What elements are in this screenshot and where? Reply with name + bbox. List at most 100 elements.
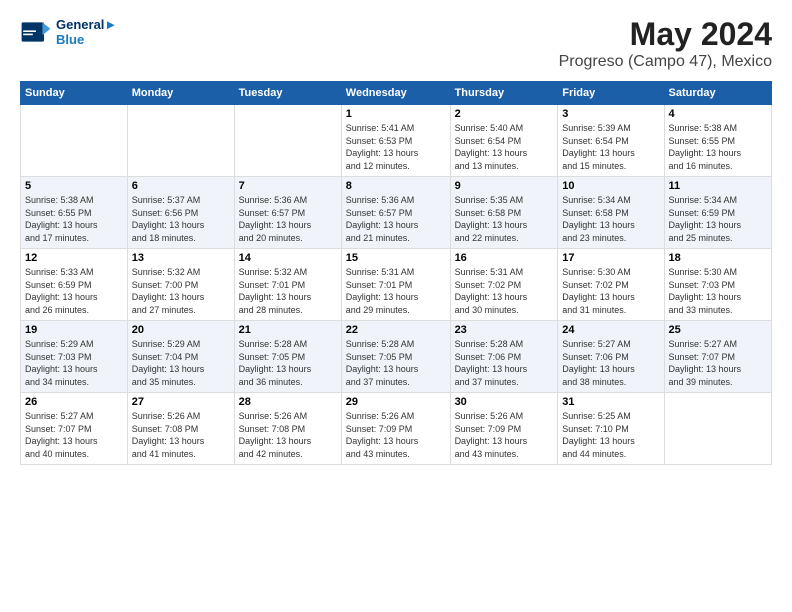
day-number: 9 — [455, 180, 554, 192]
table-row: 18Sunrise: 5:30 AM Sunset: 7:03 PM Dayli… — [664, 249, 771, 321]
day-info: Sunrise: 5:40 AM Sunset: 6:54 PM Dayligh… — [455, 122, 554, 172]
col-saturday: Saturday — [664, 82, 771, 105]
table-row: 3Sunrise: 5:39 AM Sunset: 6:54 PM Daylig… — [558, 105, 664, 177]
table-row: 30 Sunrise: 5:26 AM Sunset: 7:09 PM Dayli… — [450, 393, 558, 465]
table-row — [234, 105, 341, 177]
day-number: 29 — [346, 396, 446, 408]
day-number: 20 — [132, 324, 230, 336]
day-number: 30 — [455, 396, 554, 408]
header: General► Blue May 2024 Progreso (Campo 4… — [20, 16, 772, 71]
calendar-week-row: 19 Sunrise: 5:29 AM Sunset: 7:03 PM Dayli… — [21, 321, 772, 393]
day-number: 12 — [25, 252, 123, 264]
table-row: 19 Sunrise: 5:29 AM Sunset: 7:03 PM Dayli… — [21, 321, 128, 393]
day-info: Sunrise: 5:26 AM Sunset: 7:09 PM Dayligh… — [346, 410, 446, 460]
day-info: Sunrise: 5:26 AM Sunset: 7:08 PM Dayligh… — [132, 410, 230, 460]
day-number: 6 — [132, 180, 230, 192]
col-sunday: Sunday — [21, 82, 128, 105]
table-row: 27 Sunrise: 5:26 AM Sunset: 7:08 PM Dayli… — [127, 393, 234, 465]
table-row: 4 Sunrise: 5:38 AM Sunset: 6:55 PM Daylig… — [664, 105, 771, 177]
day-info: Sunrise: 5:33 AM Sunset: 6:59 PM Dayligh… — [25, 266, 123, 316]
table-row: 10 Sunrise: 5:34 AM Sunset: 6:58 PM Dayli… — [558, 177, 664, 249]
main-title: May 2024 — [559, 16, 772, 53]
day-info: Sunrise: 5:41 AM Sunset: 6:53 PM Dayligh… — [346, 122, 446, 172]
table-row: 20 Sunrise: 5:29 AM Sunset: 7:04 PM Dayli… — [127, 321, 234, 393]
table-row: 13 Sunrise: 5:32 AM Sunset: 7:00 PM Dayli… — [127, 249, 234, 321]
col-friday: Friday — [558, 82, 664, 105]
table-row: 29 Sunrise: 5:26 AM Sunset: 7:09 PM Dayli… — [341, 393, 450, 465]
title-area: May 2024 Progreso (Campo 47), Mexico — [559, 16, 772, 71]
subtitle: Progreso (Campo 47), Mexico — [559, 53, 772, 71]
day-number: 8 — [346, 180, 446, 192]
table-row: 9 Sunrise: 5:35 AM Sunset: 6:58 PM Daylig… — [450, 177, 558, 249]
logo: General► Blue — [20, 16, 117, 48]
page: General► Blue May 2024 Progreso (Campo 4… — [0, 0, 792, 612]
day-info: Sunrise: 5:35 AM Sunset: 6:58 PM Dayligh… — [455, 194, 554, 244]
day-info: Sunrise: 5:27 AM Sunset: 7:07 PM Dayligh… — [25, 410, 123, 460]
table-row: 2 Sunrise: 5:40 AM Sunset: 6:54 PM Daylig… — [450, 105, 558, 177]
table-row: 14 Sunrise: 5:32 AM Sunset: 7:01 PM Dayli… — [234, 249, 341, 321]
calendar-header-row: Sunday Monday Tuesday Wednesday Thursday… — [21, 82, 772, 105]
day-number: 28 — [239, 396, 337, 408]
day-number: 10 — [562, 180, 659, 192]
day-info: Sunrise: 5:37 AM Sunset: 6:56 PM Dayligh… — [132, 194, 230, 244]
table-row: 7Sunrise: 5:36 AM Sunset: 6:57 PM Daylig… — [234, 177, 341, 249]
table-row: 25Sunrise: 5:27 AM Sunset: 7:07 PM Dayli… — [664, 321, 771, 393]
day-number: 16 — [455, 252, 554, 264]
day-info: Sunrise: 5:32 AM Sunset: 7:01 PM Dayligh… — [239, 266, 337, 316]
day-number: 14 — [239, 252, 337, 264]
table-row: 24Sunrise: 5:27 AM Sunset: 7:06 PM Dayli… — [558, 321, 664, 393]
day-number: 23 — [455, 324, 554, 336]
day-info: Sunrise: 5:26 AM Sunset: 7:09 PM Dayligh… — [455, 410, 554, 460]
day-number: 17 — [562, 252, 659, 264]
day-number: 5 — [25, 180, 123, 192]
day-info: Sunrise: 5:38 AM Sunset: 6:55 PM Dayligh… — [669, 122, 767, 172]
day-number: 21 — [239, 324, 337, 336]
table-row — [127, 105, 234, 177]
table-row: 31Sunrise: 5:25 AM Sunset: 7:10 PM Dayli… — [558, 393, 664, 465]
day-info: Sunrise: 5:27 AM Sunset: 7:07 PM Dayligh… — [669, 338, 767, 388]
table-row: 22Sunrise: 5:28 AM Sunset: 7:05 PM Dayli… — [341, 321, 450, 393]
calendar-week-row: 26 Sunrise: 5:27 AM Sunset: 7:07 PM Dayli… — [21, 393, 772, 465]
day-number: 4 — [669, 108, 767, 120]
logo-text: General► Blue — [56, 17, 117, 47]
col-tuesday: Tuesday — [234, 82, 341, 105]
day-number: 13 — [132, 252, 230, 264]
day-info: Sunrise: 5:31 AM Sunset: 7:01 PM Dayligh… — [346, 266, 446, 316]
day-info: Sunrise: 5:25 AM Sunset: 7:10 PM Dayligh… — [562, 410, 659, 460]
table-row: 6 Sunrise: 5:37 AM Sunset: 6:56 PM Daylig… — [127, 177, 234, 249]
day-info: Sunrise: 5:39 AM Sunset: 6:54 PM Dayligh… — [562, 122, 659, 172]
day-info: Sunrise: 5:28 AM Sunset: 7:05 PM Dayligh… — [239, 338, 337, 388]
table-row: 8 Sunrise: 5:36 AM Sunset: 6:57 PM Daylig… — [341, 177, 450, 249]
day-info: Sunrise: 5:34 AM Sunset: 6:58 PM Dayligh… — [562, 194, 659, 244]
day-info: Sunrise: 5:29 AM Sunset: 7:04 PM Dayligh… — [132, 338, 230, 388]
day-info: Sunrise: 5:36 AM Sunset: 6:57 PM Dayligh… — [346, 194, 446, 244]
day-info: Sunrise: 5:29 AM Sunset: 7:03 PM Dayligh… — [25, 338, 123, 388]
day-number: 19 — [25, 324, 123, 336]
day-info: Sunrise: 5:36 AM Sunset: 6:57 PM Dayligh… — [239, 194, 337, 244]
logo-icon — [20, 16, 52, 48]
day-number: 24 — [562, 324, 659, 336]
table-row — [664, 393, 771, 465]
day-number: 11 — [669, 180, 767, 192]
day-number: 26 — [25, 396, 123, 408]
table-row: 11Sunrise: 5:34 AM Sunset: 6:59 PM Dayli… — [664, 177, 771, 249]
table-row: 26 Sunrise: 5:27 AM Sunset: 7:07 PM Dayli… — [21, 393, 128, 465]
day-number: 2 — [455, 108, 554, 120]
table-row: 16 Sunrise: 5:31 AM Sunset: 7:02 PM Dayli… — [450, 249, 558, 321]
day-number: 15 — [346, 252, 446, 264]
day-info: Sunrise: 5:38 AM Sunset: 6:55 PM Dayligh… — [25, 194, 123, 244]
table-row: 23Sunrise: 5:28 AM Sunset: 7:06 PM Dayli… — [450, 321, 558, 393]
day-info: Sunrise: 5:31 AM Sunset: 7:02 PM Dayligh… — [455, 266, 554, 316]
day-info: Sunrise: 5:32 AM Sunset: 7:00 PM Dayligh… — [132, 266, 230, 316]
table-row: 17Sunrise: 5:30 AM Sunset: 7:02 PM Dayli… — [558, 249, 664, 321]
col-wednesday: Wednesday — [341, 82, 450, 105]
calendar-week-row: 12 Sunrise: 5:33 AM Sunset: 6:59 PM Dayli… — [21, 249, 772, 321]
day-number: 27 — [132, 396, 230, 408]
table-row: 1Sunrise: 5:41 AM Sunset: 6:53 PM Daylig… — [341, 105, 450, 177]
table-row: 12 Sunrise: 5:33 AM Sunset: 6:59 PM Dayli… — [21, 249, 128, 321]
table-row — [21, 105, 128, 177]
col-monday: Monday — [127, 82, 234, 105]
day-number: 18 — [669, 252, 767, 264]
day-number: 22 — [346, 324, 446, 336]
day-info: Sunrise: 5:26 AM Sunset: 7:08 PM Dayligh… — [239, 410, 337, 460]
